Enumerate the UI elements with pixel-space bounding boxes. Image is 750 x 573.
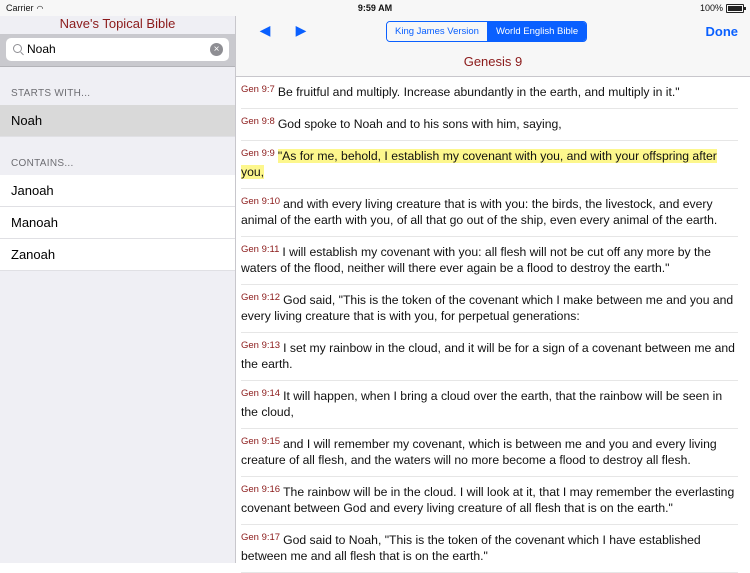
verse-text: I set my rainbow in the cloud, and it wi… bbox=[241, 341, 735, 371]
list-item-zanoah[interactable]: Zanoah bbox=[0, 239, 235, 271]
verse-text: I will establish my covenant with you: a… bbox=[241, 245, 711, 275]
verse-item[interactable]: Gen 9:12 God said, "This is the token of … bbox=[241, 285, 738, 333]
reader-panel: ◀ ▶ King James Version World English Bib… bbox=[236, 16, 750, 573]
verse-ref: Gen 9:7 bbox=[241, 84, 275, 95]
verse-item[interactable]: Gen 9:8 God spoke to Noah and to his sons… bbox=[241, 109, 738, 141]
verse-item-highlighted[interactable]: Gen 9:9 "As for me, behold, I establish m… bbox=[241, 141, 738, 189]
sidebar: Nave's Topical Bible × STARTS WITH... No… bbox=[0, 16, 236, 563]
contains-header: CONTAINS... bbox=[11, 158, 74, 169]
verse-item[interactable]: Gen 9:17 God said to Noah, "This is the t… bbox=[241, 525, 738, 573]
battery-fill bbox=[728, 5, 742, 11]
sidebar-title: Nave's Topical Bible bbox=[59, 16, 176, 31]
starts-with-header: STARTS WITH... bbox=[11, 88, 91, 99]
tab-world-english-bible[interactable]: World English Bible bbox=[486, 22, 587, 41]
verse-item[interactable]: Gen 9:7 Be fruitful and multiply. Increas… bbox=[241, 77, 738, 109]
reader-navbar: ◀ ▶ King James Version World English Bib… bbox=[236, 16, 750, 77]
verse-text: "As for me, behold, I establish my coven… bbox=[241, 149, 717, 179]
verse-ref: Gen 9:12 bbox=[241, 292, 281, 303]
status-time: 9:59 AM bbox=[357, 3, 393, 13]
chapter-title: Genesis 9 bbox=[463, 54, 523, 69]
verse-ref: Gen 9:15 bbox=[241, 436, 281, 447]
search-input[interactable] bbox=[27, 42, 197, 56]
verse-item[interactable]: Gen 9:10 and with every living creature t… bbox=[241, 189, 738, 237]
verse-ref: Gen 9:16 bbox=[241, 484, 281, 495]
verse-text: and I will remember my covenant, which i… bbox=[241, 437, 717, 467]
verse-ref: Gen 9:17 bbox=[241, 532, 281, 543]
verse-ref: Gen 9:11 bbox=[241, 244, 280, 255]
version-selector: King James Version World English Bible bbox=[386, 21, 588, 42]
back-arrow-icon[interactable]: ◀ bbox=[258, 22, 272, 38]
verse-text: The rainbow will be in the cloud. I will… bbox=[241, 485, 735, 515]
verse-ref: Gen 9:9 bbox=[241, 148, 275, 159]
verse-list: Gen 9:7 Be fruitful and multiply. Increas… bbox=[236, 77, 750, 573]
status-bar: Carrier ◠ 9:59 AM 100% bbox=[0, 0, 750, 16]
verse-item[interactable]: Gen 9:15 and I will remember my covenant,… bbox=[241, 429, 738, 477]
verse-ref: Gen 9:13 bbox=[241, 340, 281, 351]
verse-text: God said, "This is the token of the cove… bbox=[241, 293, 734, 323]
verse-text: God spoke to Noah and to his sons with h… bbox=[277, 117, 562, 131]
done-button[interactable]: Done bbox=[706, 24, 739, 39]
verse-ref: Gen 9:8 bbox=[241, 116, 275, 127]
verse-text: Be fruitful and multiply. Increase abund… bbox=[277, 85, 680, 99]
verse-text: God said to Noah, "This is the token of … bbox=[241, 533, 701, 563]
verse-item[interactable]: Gen 9:16 The rainbow will be in the cloud… bbox=[241, 477, 738, 525]
list-item-manoah[interactable]: Manoah bbox=[0, 207, 235, 239]
clear-icon[interactable]: × bbox=[210, 43, 223, 56]
verse-ref: Gen 9:14 bbox=[241, 388, 281, 399]
battery-indicator: 100% bbox=[699, 3, 746, 13]
verse-ref: Gen 9:10 bbox=[241, 196, 281, 207]
list-item-janoah[interactable]: Janoah bbox=[0, 175, 235, 207]
verse-item[interactable]: Gen 9:11 I will establish my covenant wit… bbox=[241, 237, 738, 285]
search-icon bbox=[13, 44, 22, 53]
search-bar: × bbox=[0, 34, 235, 67]
verse-text: and with every living creature that is w… bbox=[241, 197, 718, 227]
verse-item[interactable]: Gen 9:13 I set my rainbow in the cloud, a… bbox=[241, 333, 738, 381]
battery-icon bbox=[726, 3, 746, 13]
forward-arrow-icon[interactable]: ▶ bbox=[294, 22, 308, 38]
search-field[interactable]: × bbox=[6, 38, 229, 61]
battery-percent: 100% bbox=[699, 3, 723, 13]
verse-item[interactable]: Gen 9:14 It will happen, when I bring a c… bbox=[241, 381, 738, 429]
verse-text: It will happen, when I bring a cloud ove… bbox=[241, 389, 723, 419]
tab-king-james-version[interactable]: King James Version bbox=[387, 22, 487, 41]
list-item-noah[interactable]: Noah bbox=[0, 105, 235, 137]
